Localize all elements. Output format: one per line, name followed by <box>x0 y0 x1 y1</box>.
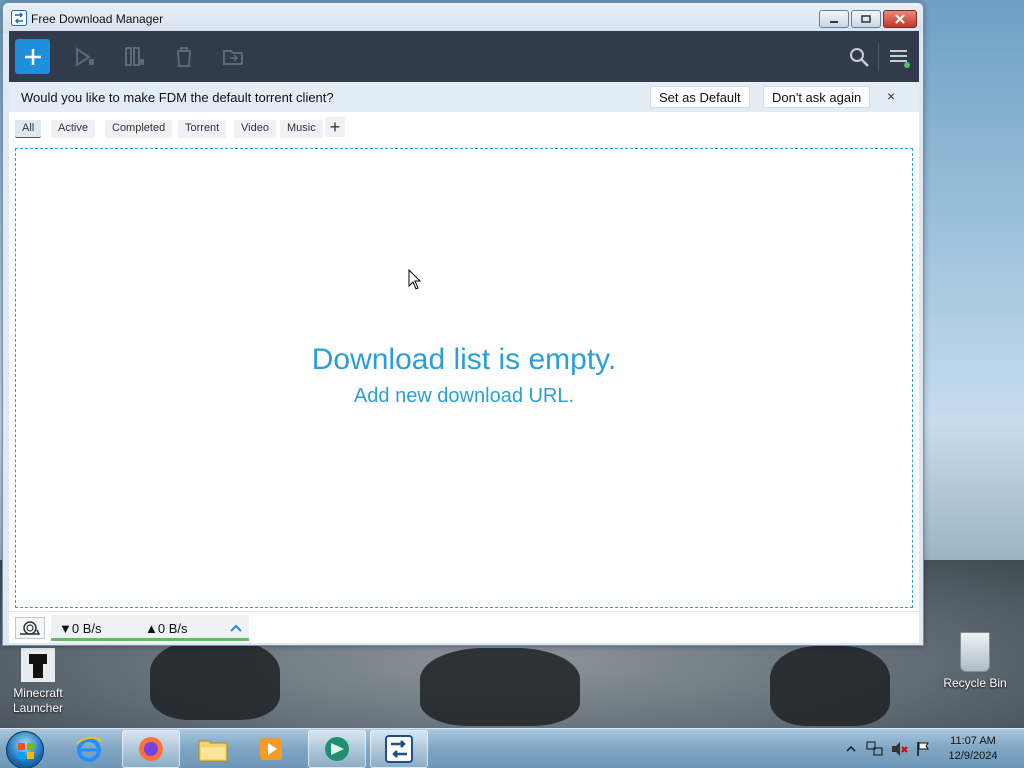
move-to-folder-button[interactable] <box>221 45 245 69</box>
delete-button[interactable] <box>172 45 196 69</box>
close-icon <box>895 14 905 24</box>
folder-icon <box>223 50 243 65</box>
clock-date: 12/9/2024 <box>948 750 998 762</box>
taskbar-file-explorer[interactable] <box>184 730 242 768</box>
start-button[interactable] <box>6 731 44 768</box>
taskbar-firefox[interactable] <box>122 730 180 768</box>
file-explorer-icon <box>198 740 228 762</box>
show-hidden-icons-icon[interactable] <box>846 744 856 754</box>
add-url-link[interactable]: Add new download URL. <box>16 385 912 408</box>
taskbar-green-app[interactable] <box>308 730 366 768</box>
volume-muted-icon[interactable] <box>891 741 909 757</box>
speed-panel[interactable]: ▼0 B/s ▲0 B/s <box>51 615 249 641</box>
taskbar-free-download-manager[interactable] <box>370 730 428 768</box>
toolbar-divider <box>878 43 879 71</box>
mouse-cursor-icon <box>408 269 422 290</box>
main-menu-button[interactable] <box>887 45 911 69</box>
download-list-drop-area[interactable]: Download list is empty. Add new download… <box>15 148 913 608</box>
desktop-icon-minecraft-launcher[interactable]: Minecraft Launcher <box>0 648 76 716</box>
wallpaper-penguin <box>150 640 280 720</box>
trash-icon <box>177 47 191 67</box>
network-icon[interactable] <box>866 741 884 757</box>
window-title: Free Download Manager <box>31 12 164 26</box>
fdm-icon <box>385 735 413 763</box>
plus-icon <box>24 48 41 65</box>
fdm-app-icon <box>11 10 27 26</box>
tab-video[interactable]: Video <box>234 120 276 138</box>
fdm-window: Free Download Manager Would you like to … <box>2 2 924 646</box>
tab-torrent[interactable]: Torrent <box>178 120 227 138</box>
maximize-button[interactable] <box>851 10 881 28</box>
prompt-message: Would you like to make FDM the default t… <box>21 90 334 105</box>
close-button[interactable] <box>883 10 917 28</box>
taskbar: 11:07 AM 12/9/2024 <box>0 728 1024 768</box>
title-bar[interactable]: Free Download Manager <box>3 3 923 33</box>
default-client-prompt: Would you like to make FDM the default t… <box>9 82 919 112</box>
tab-active[interactable]: Active <box>51 120 95 138</box>
add-download-button[interactable] <box>15 39 50 74</box>
taskbar-media-player[interactable] <box>242 730 300 768</box>
restore-icon <box>861 15 871 23</box>
close-prompt-icon[interactable]: × <box>887 88 895 104</box>
toolbar <box>9 31 919 82</box>
dont-ask-again-button[interactable]: Don't ask again <box>763 86 871 108</box>
windows-logo-icon <box>18 743 34 759</box>
start-button[interactable] <box>73 45 97 69</box>
set-as-default-button[interactable]: Set as Default <box>650 86 750 108</box>
snail-icon <box>20 621 41 635</box>
desktop-icon-label: Recycle Bin <box>943 676 1007 690</box>
wallpaper-penguin <box>770 646 890 726</box>
desktop-icon-label: Minecraft Launcher <box>12 686 64 715</box>
add-tab-button[interactable]: + <box>325 117 345 137</box>
media-player-icon <box>260 738 282 760</box>
action-center-flag-icon[interactable] <box>916 741 930 757</box>
minimize-icon <box>830 21 838 23</box>
firefox-icon <box>139 737 163 761</box>
wallpaper-penguin <box>420 648 580 726</box>
green-app-icon <box>325 737 349 761</box>
internet-explorer-icon <box>76 736 102 762</box>
taskbar-internet-explorer[interactable] <box>60 730 118 768</box>
filter-tabs: All Active Completed Torrent Video Music… <box>9 112 919 146</box>
system-clock[interactable]: 11:07 AM 12/9/2024 <box>938 734 1008 764</box>
pause-icon <box>125 47 144 66</box>
empty-list-title: Download list is empty. <box>311 343 617 376</box>
speed-mode-button[interactable] <box>15 617 45 639</box>
upload-speed: ▲0 B/s <box>145 621 188 636</box>
download-speed: ▼0 B/s <box>59 621 102 636</box>
search-button[interactable] <box>847 45 871 69</box>
clock-time: 11:07 AM <box>950 735 996 747</box>
tab-completed[interactable]: Completed <box>105 120 173 138</box>
chevron-up-icon[interactable] <box>229 621 243 635</box>
minecraft-icon <box>21 648 55 682</box>
search-icon <box>850 48 869 67</box>
client-area: Would you like to make FDM the default t… <box>9 31 919 643</box>
pause-button[interactable] <box>123 45 147 69</box>
desktop-icon-recycle-bin[interactable]: Recycle Bin <box>937 632 1013 691</box>
recycle-bin-icon <box>960 632 990 672</box>
tab-music[interactable]: Music <box>280 120 323 138</box>
status-bar: ▼0 B/s ▲0 B/s <box>9 611 919 643</box>
menu-icon <box>890 50 910 68</box>
play-icon <box>76 47 94 67</box>
tab-all[interactable]: All <box>15 120 42 138</box>
minimize-button[interactable] <box>819 10 849 28</box>
